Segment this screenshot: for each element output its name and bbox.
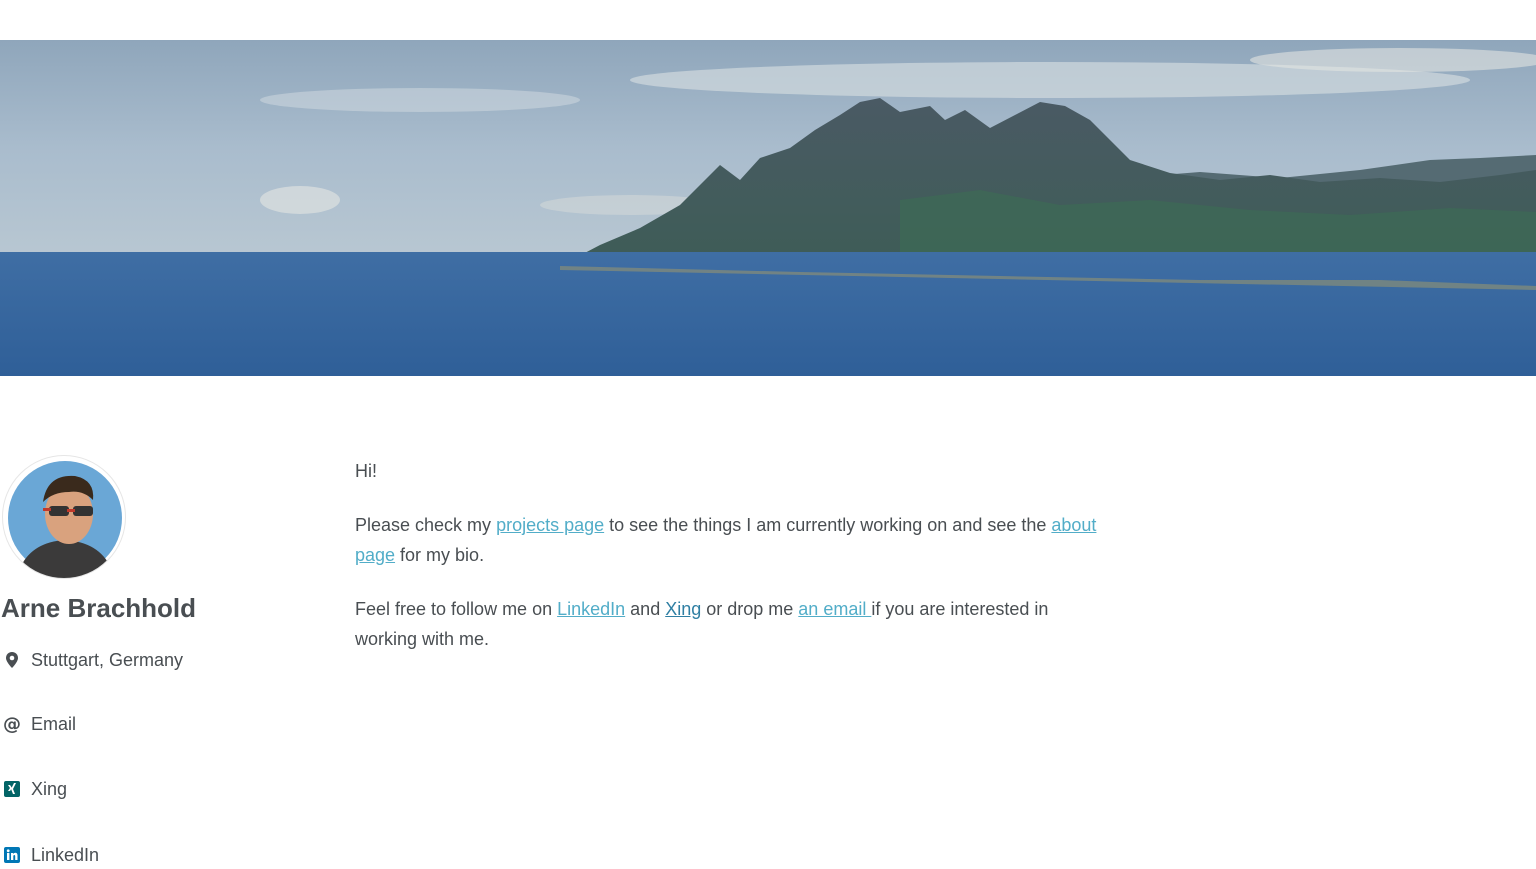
hero-banner-image xyxy=(0,40,1536,376)
linkedin-inline-link[interactable]: LinkedIn xyxy=(557,599,625,619)
linkedin-icon xyxy=(3,846,21,864)
projects-page-link[interactable]: projects page xyxy=(496,515,604,535)
greeting-paragraph: Hi! xyxy=(355,456,1115,486)
email-inline-link[interactable]: an email xyxy=(798,599,871,619)
author-email-label[interactable]: Email xyxy=(31,713,76,735)
intro-text-after: for my bio. xyxy=(395,545,485,565)
intro-paragraph: Please check my projects page to see the… xyxy=(355,510,1115,570)
xing-icon xyxy=(3,780,21,798)
follow-paragraph: Feel free to follow me on LinkedIn and X… xyxy=(355,594,1115,654)
intro-text-before: Please check my xyxy=(355,515,497,535)
follow-text-and: and xyxy=(625,599,666,619)
author-avatar xyxy=(2,455,126,579)
main-content: Hi! Please check my projects page to see… xyxy=(355,456,1115,678)
author-name: Arne Brachhold xyxy=(1,593,197,623)
at-sign-icon: @ xyxy=(3,714,21,735)
top-navigation-bar xyxy=(0,0,1536,40)
map-marker-icon xyxy=(3,651,21,669)
intro-text-middle: to see the things I am currently working… xyxy=(604,515,1052,535)
follow-text-middle: or drop me xyxy=(701,599,799,619)
greeting-text: Hi! xyxy=(355,461,377,481)
xing-inline-link[interactable]: Xing xyxy=(665,599,701,619)
author-location-text: Stuttgart, Germany xyxy=(31,650,184,670)
follow-text-before: Feel free to follow me on xyxy=(355,599,558,619)
svg-text:@: @ xyxy=(3,715,21,733)
author-xing-label[interactable]: Xing xyxy=(31,778,67,800)
author-linkedin-label[interactable]: LinkedIn xyxy=(31,844,99,866)
